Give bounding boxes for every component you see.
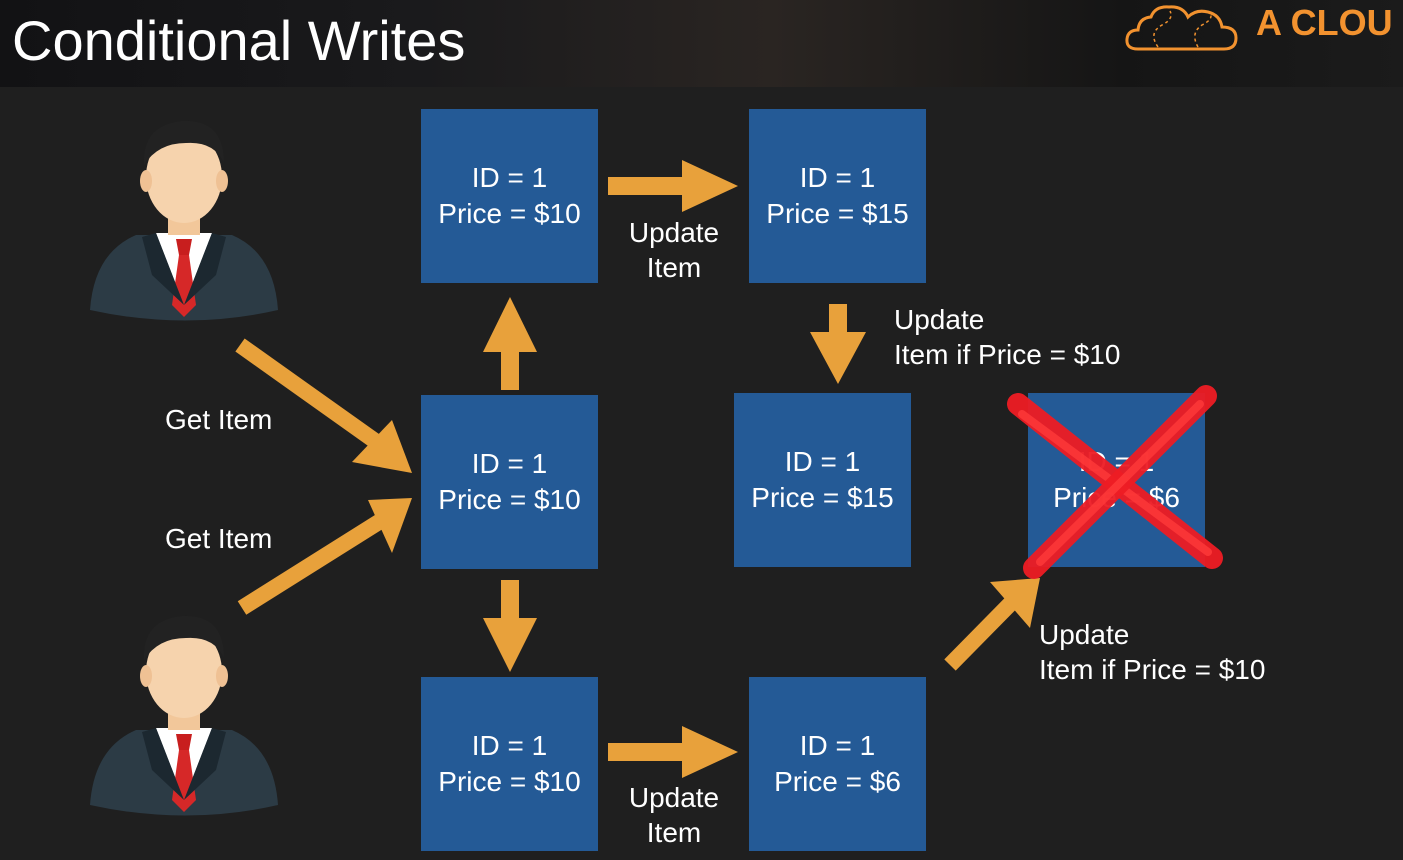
update-item-label: Update Item: [614, 215, 734, 285]
label-line: Update: [628, 782, 720, 813]
label-line: Item: [646, 817, 702, 848]
label-line: Update: [628, 217, 720, 248]
get-item-label: Get Item: [165, 523, 273, 554]
label-line: Item if Price = $10: [1039, 654, 1266, 685]
update-item-label: Update Item: [614, 780, 734, 850]
conditional-update-label: Update Item if Price = $10: [894, 302, 1120, 372]
conditional-update-label: Update Item if Price = $10: [1039, 617, 1265, 687]
get-item-label: Get Item: [165, 404, 273, 435]
label-line: Item if Price = $10: [894, 339, 1121, 370]
label-line: Update: [894, 304, 985, 335]
label-line: Item: [646, 252, 702, 283]
label-line: Update: [1039, 619, 1130, 650]
